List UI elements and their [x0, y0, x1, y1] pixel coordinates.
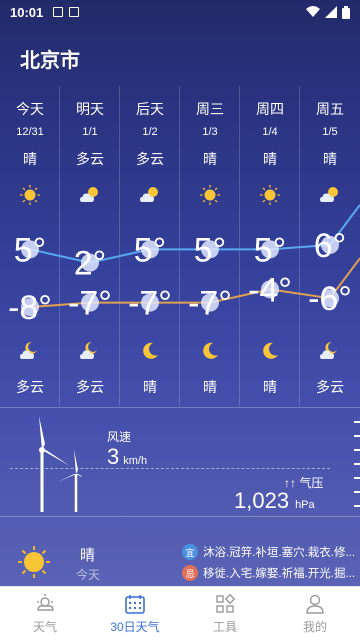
forecast-day-column[interactable]: 后天 1/2 多云晴: [120, 86, 180, 406]
day-condition: 晴: [203, 151, 217, 167]
status-bar: 10:01: [0, 0, 360, 24]
day-name: 后天: [136, 101, 164, 117]
today-condition: 晴: [80, 547, 96, 564]
moon-icon: [203, 342, 218, 359]
forecast-day-column[interactable]: 周三 1/3 晴晴: [180, 86, 240, 406]
day-date: 1/4: [262, 126, 278, 138]
day-name: 周四: [256, 101, 284, 117]
partly-cloudy-icon: [80, 187, 98, 202]
partly-cloudy-night-icon: [320, 341, 337, 359]
pressure-gauge: [354, 421, 360, 507]
nav-tab-weather[interactable]: 天气: [0, 587, 90, 640]
day-condition: 晴: [23, 151, 37, 167]
nav-tab-tools[interactable]: 工具: [180, 587, 270, 640]
almanac-avoid[interactable]: 忌 移徙.入宅.嫁娶.祈福.开光.掘...: [182, 565, 355, 581]
night-condition: 多云: [76, 379, 104, 395]
almanac-avoid-text: 移徙.入宅.嫁娶.祈福.开光.掘...: [203, 568, 356, 580]
tools-icon: [216, 593, 236, 613]
forecast-day-column[interactable]: 明天 1/1 多云 多云: [60, 86, 120, 406]
image-notification-icon: [53, 7, 64, 17]
sun-icon: [18, 546, 50, 578]
forecast-grid: 今天 12/31 晴多云 明天 1/1 多云 多云 后天 1/2 多云晴周三 1/3 晴晴周四 1/4 晴…: [0, 86, 360, 406]
nav-tab-30day[interactable]: 30日天气: [90, 587, 180, 640]
night-condition: 晴: [143, 379, 157, 395]
profile-icon: [306, 594, 324, 614]
day-date: 1/5: [322, 126, 338, 138]
today-summary[interactable]: 晴 今天 宜 沐浴.冠笄.补垣.塞穴.栽衣.修... 忌 移徙.入宅.嫁娶.祈福…: [0, 518, 360, 586]
forecast-day-column[interactable]: 周五 1/5 晴多云: [300, 86, 360, 406]
city-title[interactable]: 北京市: [20, 44, 80, 73]
sun-icon: [20, 185, 40, 205]
nav-label-30day: 30日天气: [110, 620, 160, 634]
wind-speed-value: 3 km/h: [107, 444, 148, 469]
pressure-value: 1,023 hPa: [234, 488, 315, 513]
day-condition: 晴: [323, 151, 337, 167]
divider-dashed: [10, 468, 330, 469]
night-condition: 多云: [16, 379, 44, 395]
night-condition: 多云: [316, 379, 344, 395]
wind-speed-label: 风速: [107, 430, 132, 444]
almanac-suitable-text: 沐浴.冠笄.补垣.塞穴.栽衣.修...: [203, 547, 356, 559]
signal-icon: [325, 6, 337, 18]
avoid-badge: 忌: [182, 565, 198, 581]
sun-icon: [260, 185, 280, 205]
day-name: 周五: [316, 101, 344, 117]
day-condition: 多云: [136, 151, 164, 167]
partly-cloudy-icon: [140, 187, 158, 202]
today-label: 今天: [76, 568, 101, 582]
day-date: 1/2: [142, 126, 158, 138]
night-condition: 晴: [203, 379, 217, 395]
wind-turbine-icon: [14, 416, 82, 512]
wind-pressure-panel: 风速 3 km/h ↑↑ 气压 1,023 hPa: [0, 407, 360, 517]
forecast-day-column[interactable]: 周四 1/4 晴晴: [240, 86, 300, 406]
almanac-suitable[interactable]: 宜 沐浴.冠笄.补垣.塞穴.栽衣.修...: [182, 544, 355, 560]
calendar-icon: [125, 595, 145, 614]
suitable-badge: 宜: [182, 544, 198, 560]
pressure-unit: hPa: [295, 499, 315, 511]
nav-label-weather: 天气: [32, 620, 57, 634]
day-name: 今天: [16, 101, 44, 117]
wifi-icon: [306, 6, 320, 17]
day-date: 12/31: [16, 126, 44, 138]
day-condition: 晴: [263, 151, 277, 167]
moon-icon: [263, 342, 278, 359]
day-date: 1/1: [82, 126, 98, 138]
day-name: 明天: [76, 101, 104, 117]
sun-icon: [200, 185, 220, 205]
wind-speed-unit: km/h: [123, 455, 148, 467]
battery-icon: [342, 5, 350, 19]
moon-icon: [143, 342, 158, 359]
partly-cloudy-night-icon: [80, 341, 97, 359]
day-name: 周三: [196, 101, 224, 117]
nav-label-tools: 工具: [212, 620, 237, 634]
weather-screen: 10:01 北京市 今天 12/31 晴多云 明天 1/1 多云 多云 后天 1/2 多云晴周三 1…: [0, 0, 360, 586]
forecast-day-column[interactable]: 今天 12/31 晴多云: [0, 86, 60, 406]
partly-cloudy-icon: [320, 187, 338, 202]
partly-cloudy-night-icon: [20, 341, 37, 359]
day-date: 1/3: [202, 126, 218, 138]
weather-icon: [37, 594, 54, 611]
nav-tab-profile[interactable]: 我的: [270, 587, 360, 640]
nav-label-profile: 我的: [302, 620, 327, 634]
night-condition: 晴: [263, 379, 277, 395]
status-time: 10:01: [10, 4, 44, 20]
day-condition: 多云: [76, 151, 104, 167]
a-notification-icon: [69, 7, 80, 17]
bottom-navigation: 天气 30日天气 工具 我的: [0, 586, 360, 640]
